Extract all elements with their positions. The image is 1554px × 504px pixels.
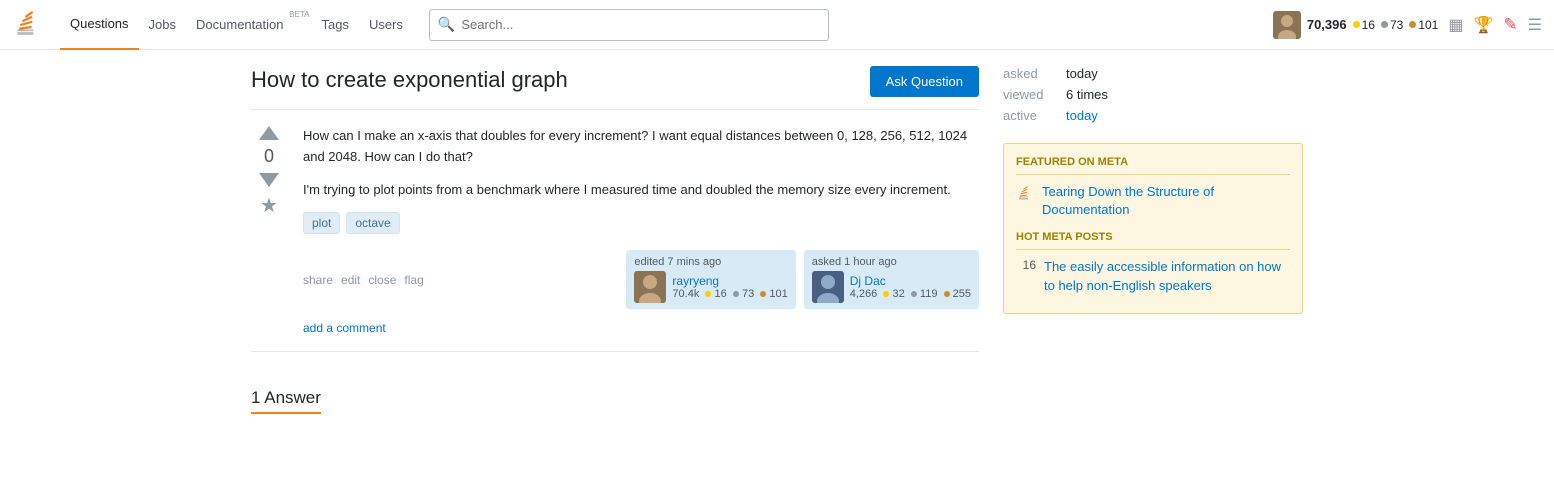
asked-value: today xyxy=(1066,66,1098,81)
flag-link[interactable]: flag xyxy=(404,273,423,287)
editor-info: rayryeng 70.4k 16 73 xyxy=(634,271,787,303)
nav-documentation[interactable]: Documentation BETA xyxy=(186,0,311,50)
editor-rep-row: 70.4k 16 73 101 xyxy=(672,288,787,300)
nav-users[interactable]: Users xyxy=(359,0,413,50)
meta-logo-icon xyxy=(1016,185,1034,208)
user-reputation: 70,396 xyxy=(1307,17,1347,32)
bronze-dot xyxy=(1409,21,1416,28)
asked-label: asked xyxy=(1003,66,1058,81)
meta-viewed: viewed 6 times xyxy=(1003,87,1303,102)
question-header: How to create exponential graph Ask Ques… xyxy=(251,66,979,110)
search-icon: 🔍 xyxy=(438,16,455,33)
user-info[interactable]: 70,396 16 73 101 xyxy=(1273,11,1439,39)
question-area: 0 ★ How can I make an x-axis that double… xyxy=(251,126,979,352)
asker-info: Dj Dac 4,266 32 119 xyxy=(812,271,971,303)
bookmark-button[interactable]: ★ xyxy=(260,193,278,218)
silver-badge: 73 xyxy=(1381,18,1403,32)
nav-tags[interactable]: Tags xyxy=(311,0,358,50)
review-icon[interactable]: ✎ xyxy=(1503,15,1517,35)
main-content: How to create exponential graph Ask Ques… xyxy=(227,50,1327,430)
user-cards: edited 7 mins ago xyxy=(626,250,979,309)
question-text-p2: I'm trying to plot points from a benchma… xyxy=(303,180,979,201)
tag-plot[interactable]: plot xyxy=(303,212,340,234)
editor-name[interactable]: rayryeng xyxy=(672,274,787,288)
tag-octave[interactable]: octave xyxy=(346,212,399,234)
trophy-icon[interactable]: 🏆 xyxy=(1473,15,1493,35)
avatar xyxy=(1273,11,1301,39)
answers-header: 1 Answer xyxy=(251,388,321,412)
featured-item-0: Tearing Down the Structure of Documentat… xyxy=(1016,183,1290,219)
hot-meta-item-0: 16 The easily accessible information on … xyxy=(1016,258,1290,294)
editor-card: edited 7 mins ago xyxy=(626,250,795,309)
action-links: share edit close flag xyxy=(303,273,424,287)
editor-silver-badge: 73 xyxy=(730,288,757,300)
search-box[interactable]: 🔍 xyxy=(429,9,829,41)
vote-count: 0 xyxy=(264,146,274,167)
asker-card: asked 1 hour ago xyxy=(804,250,979,309)
edited-label: edited 7 mins ago xyxy=(634,256,787,268)
asker-silver-badge: 119 xyxy=(908,288,941,300)
nav-questions[interactable]: Questions xyxy=(60,0,139,50)
ask-question-button[interactable]: Ask Question xyxy=(870,66,979,97)
featured-link-0[interactable]: Tearing Down the Structure of Documentat… xyxy=(1042,183,1290,219)
inbox-icon[interactable]: ▦ xyxy=(1448,15,1463,35)
featured-title: FEATURED ON META xyxy=(1016,156,1290,175)
question-tags: plot octave xyxy=(303,212,979,234)
edit-link[interactable]: edit xyxy=(341,273,360,287)
header-right: 70,396 16 73 101 ▦ 🏆 ✎ ☰ xyxy=(1273,11,1542,39)
hamburger-icon[interactable]: ☰ xyxy=(1528,15,1542,35)
logo[interactable] xyxy=(12,9,44,41)
editor-bronze-badge: 101 xyxy=(757,288,787,300)
hot-meta-link-0[interactable]: The easily accessible information on how… xyxy=(1044,258,1290,294)
silver-dot xyxy=(1381,21,1388,28)
question-actions: share edit close flag edited 7 mins ago xyxy=(303,250,979,309)
question-text-p1: How can I make an x-axis that doubles fo… xyxy=(303,126,979,168)
downvote-button[interactable] xyxy=(259,173,279,187)
beta-badge: BETA xyxy=(289,10,309,19)
search-input[interactable] xyxy=(461,17,820,32)
upvote-button[interactable] xyxy=(259,126,279,140)
gold-dot xyxy=(1353,21,1360,28)
asker-bronze-badge: 255 xyxy=(941,288,971,300)
question-title: How to create exponential graph xyxy=(251,66,568,95)
editor-avatar xyxy=(634,271,666,303)
question-body: How can I make an x-axis that doubles fo… xyxy=(303,126,979,335)
featured-box: FEATURED ON META Tearing Down the xyxy=(1003,143,1303,314)
asked-label: asked 1 hour ago xyxy=(812,256,971,268)
close-link[interactable]: close xyxy=(368,273,396,287)
add-comment-link[interactable]: add a comment xyxy=(303,321,979,335)
viewed-label: viewed xyxy=(1003,87,1058,102)
asker-meta: Dj Dac 4,266 32 119 xyxy=(850,274,971,300)
header: Questions Jobs Documentation BETA Tags U… xyxy=(0,0,1554,50)
meta-asked: asked today xyxy=(1003,66,1303,81)
editor-gold-badge: 16 xyxy=(702,288,729,300)
meta-active: active today xyxy=(1003,108,1303,123)
active-label: active xyxy=(1003,108,1058,123)
asker-avatar xyxy=(812,271,844,303)
nav-jobs[interactable]: Jobs xyxy=(139,0,186,50)
editor-meta: rayryeng 70.4k 16 73 xyxy=(672,274,787,300)
main-nav: Questions Jobs Documentation BETA Tags U… xyxy=(60,0,413,50)
share-link[interactable]: share xyxy=(303,273,333,287)
asker-rep-row: 4,266 32 119 255 xyxy=(850,288,971,300)
active-value[interactable]: today xyxy=(1066,108,1098,123)
hot-meta-title: HOT META POSTS xyxy=(1016,231,1290,250)
question-content: How to create exponential graph Ask Ques… xyxy=(251,66,979,414)
meta-info: asked today viewed 6 times active today xyxy=(1003,66,1303,123)
asker-gold-badge: 32 xyxy=(880,288,907,300)
gold-badge: 16 xyxy=(1353,18,1375,32)
hot-meta-num-0: 16 xyxy=(1016,258,1036,272)
asker-name[interactable]: Dj Dac xyxy=(850,274,971,288)
sidebar: asked today viewed 6 times active today … xyxy=(1003,66,1303,414)
viewed-value: 6 times xyxy=(1066,87,1108,102)
vote-column: 0 ★ xyxy=(251,126,287,335)
bronze-badge: 101 xyxy=(1409,18,1438,32)
